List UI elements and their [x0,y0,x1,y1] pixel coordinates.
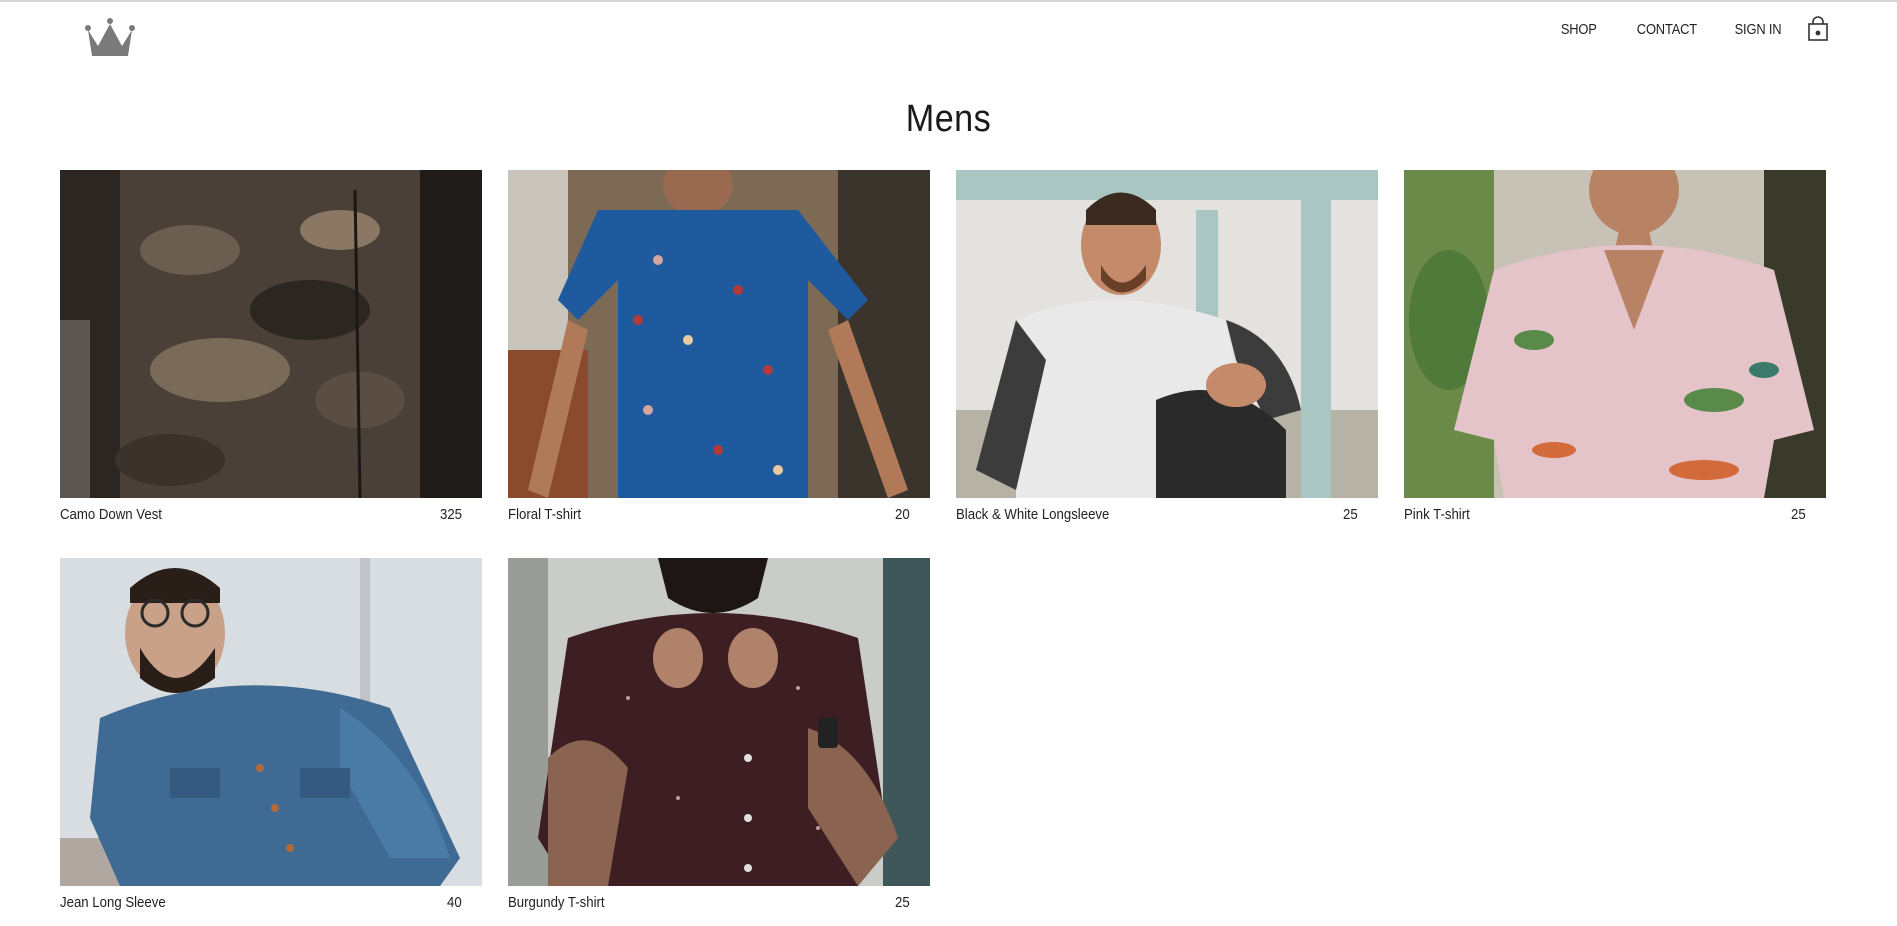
nav-shop-link[interactable]: SHOP [1561,21,1597,38]
shopping-bag-icon[interactable] [1807,16,1829,42]
crown-logo-icon[interactable] [84,16,136,60]
product-price: 25 [1791,506,1806,523]
product-info: Floral T-shirt 20 [508,498,930,526]
page-title: Mens [905,98,992,140]
product-name: Jean Long Sleeve [60,894,166,911]
product-name: Floral T-shirt [508,506,582,523]
product-image[interactable] [60,170,482,498]
product-card[interactable]: Camo Down Vest 325 [60,170,482,526]
nav-sign-in-link[interactable]: SIGN IN [1734,21,1781,38]
product-image[interactable] [1404,170,1826,498]
product-image[interactable] [60,558,482,886]
product-name: Pink T-shirt [1404,506,1470,523]
product-info: Black & White Longsleeve 25 [956,498,1378,526]
product-image[interactable] [508,558,930,886]
product-info: Jean Long Sleeve 40 [60,886,482,914]
product-card[interactable]: Jean Long Sleeve 40 [60,558,482,914]
product-info: Camo Down Vest 325 [60,498,482,526]
site-header: SHOP CONTACT SIGN IN [0,2,1897,72]
main-nav: SHOP CONTACT SIGN IN [1525,16,1829,42]
product-image[interactable] [508,170,930,498]
product-name: Camo Down Vest [60,506,162,523]
product-card[interactable]: Floral T-shirt 20 [508,170,930,526]
product-price: 25 [895,894,910,911]
product-name: Black & White Longsleeve [956,506,1110,523]
product-grid: Camo Down Vest 325 Floral T-shirt 20 Bla… [60,170,1826,914]
product-info: Burgundy T-shirt 25 [508,886,930,914]
product-card[interactable]: Pink T-shirt 25 [1404,170,1826,526]
product-price: 40 [447,894,462,911]
product-price: 325 [439,506,462,523]
product-info: Pink T-shirt 25 [1404,498,1826,526]
product-name: Burgundy T-shirt [508,894,605,911]
nav-contact-link[interactable]: CONTACT [1636,21,1696,38]
product-image[interactable] [956,170,1378,498]
product-price: 25 [1343,506,1358,523]
product-price: 20 [895,506,910,523]
product-card[interactable]: Black & White Longsleeve 25 [956,170,1378,526]
product-card[interactable]: Burgundy T-shirt 25 [508,558,930,914]
